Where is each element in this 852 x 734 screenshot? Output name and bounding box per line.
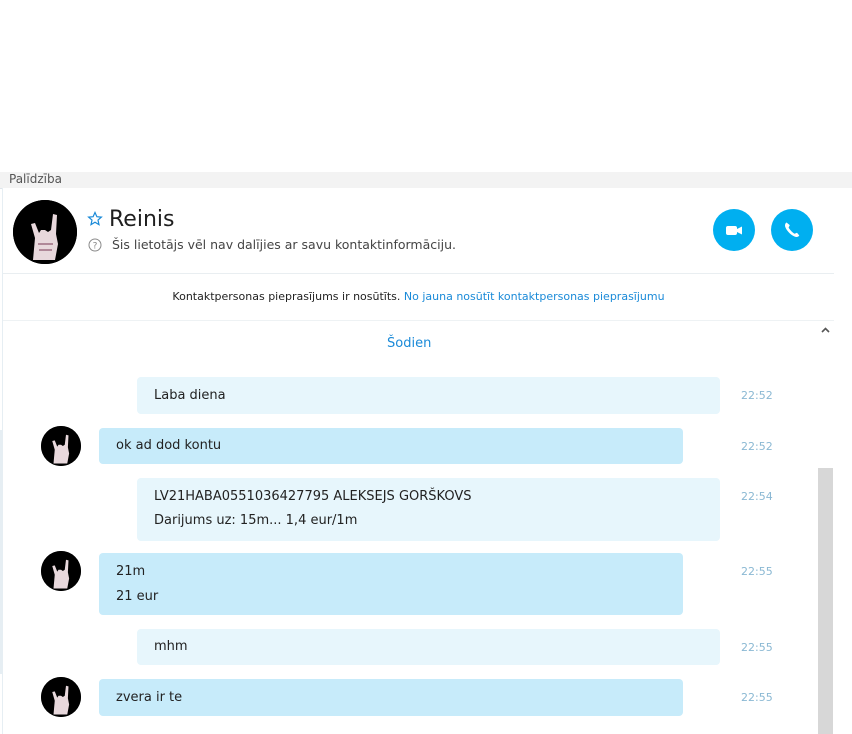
contact-avatar[interactable] — [13, 200, 77, 264]
video-call-button[interactable] — [713, 209, 755, 251]
video-camera-icon — [726, 226, 742, 235]
date-separator: Šodien — [387, 336, 432, 351]
contact-status-text: Šis lietotājs vēl nav dalījies ar savu k… — [112, 237, 456, 252]
message-text: ok ad dod kontu — [116, 438, 222, 453]
window-edge — [0, 430, 2, 674]
message-bubble[interactable]: LV21HABA0551036427795 ALEKSEJS GORŠKOVS … — [137, 478, 720, 541]
blank-area — [0, 0, 852, 172]
sender-avatar[interactable] — [41, 426, 81, 466]
message-text: zvera ir te — [116, 690, 183, 705]
contact-name: Reinis — [109, 207, 175, 232]
message-text: mhm — [154, 639, 188, 654]
adjacent-panel — [834, 188, 852, 734]
resend-request-link[interactable]: No jauna nosūtīt kontaktpersonas piepras… — [404, 290, 665, 303]
message-bubble[interactable]: 21m 21 eur — [99, 553, 683, 615]
question-circle-icon: ? — [88, 238, 102, 252]
message-bubble[interactable]: Laba diena — [137, 377, 720, 414]
message-bubble[interactable]: ok ad dod kontu — [99, 428, 683, 464]
message-bubble[interactable]: zvera ir te — [99, 679, 683, 716]
menu-bar: Palīdzība — [0, 172, 852, 189]
message-text: LV21HABA0551036427795 ALEKSEJS GORŠKOVS — [154, 489, 472, 504]
chevron-up-icon[interactable] — [817, 322, 834, 339]
audio-call-button[interactable] — [771, 209, 813, 251]
contact-request-text: Kontaktpersonas pieprasījums ir nosūtīts… — [172, 290, 401, 303]
message-time: 22:52 — [741, 440, 773, 453]
message-time: 22:55 — [741, 565, 773, 578]
phone-icon — [785, 222, 800, 237]
scrollbar-thumb[interactable] — [818, 468, 833, 734]
message-time: 22:55 — [741, 641, 773, 654]
message-bubble[interactable]: mhm — [137, 629, 720, 665]
message-text: 21m — [116, 564, 146, 579]
message-time: 22:55 — [741, 691, 773, 704]
message-text: 21 eur — [116, 589, 159, 604]
contact-request-notice: Kontaktpersonas pieprasījums ir nosūtīts… — [3, 274, 834, 321]
message-time: 22:52 — [741, 389, 773, 402]
message-text: Laba diena — [154, 388, 226, 403]
favorite-star-icon[interactable] — [87, 211, 103, 227]
svg-text:?: ? — [93, 241, 98, 251]
sender-avatar[interactable] — [41, 677, 81, 717]
message-text: Darijums uz: 15m... 1,4 eur/1m — [154, 513, 358, 528]
menu-item-help[interactable]: Palīdzība — [9, 172, 62, 187]
chat-window: Reinis ? Šis lietotājs vēl nav dalījies … — [2, 188, 835, 734]
sender-avatar[interactable] — [41, 551, 81, 591]
message-time: 22:54 — [741, 490, 773, 503]
conversation-header: Reinis ? Šis lietotājs vēl nav dalījies … — [3, 188, 834, 274]
